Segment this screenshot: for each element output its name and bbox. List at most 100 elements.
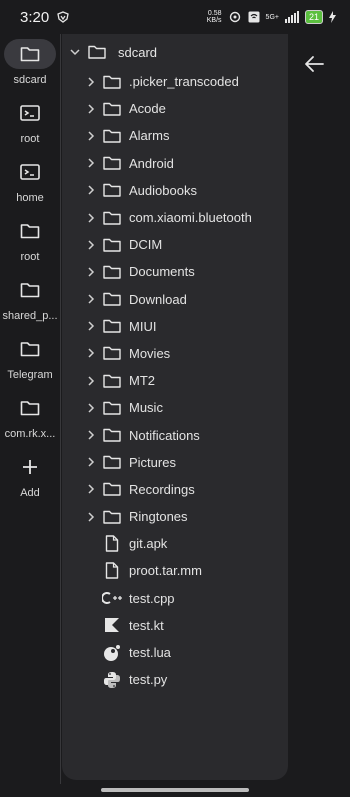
sidebar-item-root-folder[interactable]: root (0, 216, 60, 263)
folder-icon (4, 334, 56, 364)
folder-row[interactable]: MIUI (84, 313, 284, 340)
battery-level: 21 (304, 10, 323, 24)
folder-icon (102, 292, 122, 306)
file-name: test.py (129, 672, 168, 688)
folder-icon (102, 102, 122, 116)
file-tree-panel: sdcard .picker_transcoded Acode Alarms Andr… (62, 34, 288, 780)
python-icon (102, 671, 122, 689)
status-bar: 3:20 0.58 KB/s 5G+ 21 (0, 0, 350, 34)
file-row[interactable]: git.apk (84, 530, 284, 557)
chevron-right-icon[interactable] (84, 484, 98, 494)
file-name: proot.tar.mm (129, 563, 202, 579)
chevron-right-icon[interactable] (84, 185, 98, 195)
folder-icon (102, 238, 122, 252)
file-row[interactable]: test.py (84, 666, 284, 693)
folder-icon (102, 510, 122, 524)
folder-row[interactable]: Ringtones (84, 503, 284, 530)
folder-row[interactable]: Movies (84, 340, 284, 367)
folder-row[interactable]: Documents (84, 258, 284, 285)
chevron-right-icon[interactable] (84, 267, 98, 277)
net-speed-value: 0.58 (207, 10, 222, 17)
folder-icon (4, 393, 56, 423)
chevron-right-icon[interactable] (84, 430, 98, 440)
folder-icon (4, 275, 56, 305)
folder-row[interactable]: Download (84, 286, 284, 313)
kotlin-icon (102, 617, 122, 633)
file-name: git.apk (129, 536, 168, 552)
sidebar-item-home[interactable]: home (0, 157, 60, 204)
status-right: 0.58 KB/s 5G+ 21 (207, 10, 336, 24)
folder-row[interactable]: Notifications (84, 421, 284, 448)
folder-row[interactable]: Audiobooks (84, 177, 284, 204)
cpp-icon (102, 591, 122, 605)
chevron-right-icon[interactable] (84, 376, 98, 386)
chevron-right-icon[interactable] (84, 457, 98, 467)
folder-row[interactable]: .picker_transcoded (84, 68, 284, 95)
folder-name: Documents (129, 264, 195, 280)
net-speed-unit: KB/s (206, 17, 222, 24)
file-row[interactable]: test.kt (84, 612, 284, 639)
sidebar-item-com-rk[interactable]: com.rk.x... (0, 393, 60, 440)
sidebar-item-shared[interactable]: shared_p... (0, 275, 60, 322)
plus-icon (4, 452, 56, 482)
file-icon (102, 562, 122, 580)
file-row[interactable]: proot.tar.mm (84, 557, 284, 584)
gesture-bar[interactable] (101, 788, 249, 792)
folder-icon (102, 428, 122, 442)
folder-row[interactable]: Android (84, 150, 284, 177)
network-type: 5G+ (265, 13, 279, 21)
divider (60, 34, 61, 784)
folder-row[interactable]: DCIM (84, 231, 284, 258)
chevron-right-icon[interactable] (84, 104, 98, 114)
chevron-right-icon[interactable] (84, 403, 98, 413)
chevron-right-icon[interactable] (84, 240, 98, 250)
hotspot-icon (229, 11, 240, 23)
tree-root-sdcard[interactable]: sdcard (70, 42, 157, 62)
folder-name: Movies (129, 345, 171, 361)
chevron-right-icon[interactable] (84, 213, 98, 223)
chevron-right-icon[interactable] (84, 131, 98, 141)
file-name: test.cpp (129, 590, 175, 606)
folder-row[interactable]: MT2 (84, 367, 284, 394)
file-icon (102, 535, 122, 552)
sidebar-rail: sdcard root home root shared_p... Telegr… (0, 34, 60, 784)
folder-icon (102, 75, 122, 89)
file-row[interactable]: test.lua (84, 639, 284, 666)
folder-name: Notifications (129, 427, 200, 443)
folder-name: MIUI (129, 318, 157, 334)
sidebar-item-telegram[interactable]: Telegram (0, 334, 60, 381)
folder-name: Audiobooks (129, 182, 197, 198)
chevron-right-icon[interactable] (84, 512, 98, 522)
folder-name: com.xiaomi.bluetooth (129, 210, 252, 226)
sidebar-item-label: Telegram (7, 369, 53, 381)
folder-row[interactable]: Pictures (84, 449, 284, 476)
folder-name: Recordings (129, 481, 195, 497)
chevron-right-icon[interactable] (84, 294, 98, 304)
folder-row[interactable]: Recordings (84, 476, 284, 503)
sidebar-item-root-terminal[interactable]: root (0, 98, 60, 145)
folder-row[interactable]: Alarms (84, 122, 284, 149)
tree-root-label: sdcard (118, 44, 158, 60)
back-arrow-icon[interactable] (303, 54, 325, 74)
folder-name: Download (129, 291, 187, 307)
chevron-right-icon[interactable] (84, 321, 98, 331)
file-name: test.lua (129, 645, 171, 661)
sidebar-item-sdcard[interactable]: sdcard (0, 39, 60, 86)
folder-row[interactable]: Music (84, 394, 284, 421)
folder-row[interactable]: com.xiaomi.bluetooth (84, 204, 284, 231)
file-row[interactable]: test.cpp (84, 585, 284, 612)
folder-name: Ringtones (129, 509, 188, 525)
add-button[interactable]: Add (0, 452, 60, 499)
folder-name: Alarms (129, 128, 170, 144)
add-label: Add (20, 487, 40, 499)
folder-name: Pictures (129, 454, 176, 470)
sidebar-item-label: home (16, 192, 44, 204)
folder-icon (102, 319, 122, 333)
chevron-right-icon[interactable] (84, 348, 98, 358)
chevron-right-icon[interactable] (84, 158, 98, 168)
folder-icon (102, 129, 122, 143)
folder-name: MT2 (129, 373, 155, 389)
file-name: test.kt (129, 617, 164, 633)
chevron-right-icon[interactable] (84, 77, 98, 87)
folder-row[interactable]: Acode (84, 95, 284, 122)
